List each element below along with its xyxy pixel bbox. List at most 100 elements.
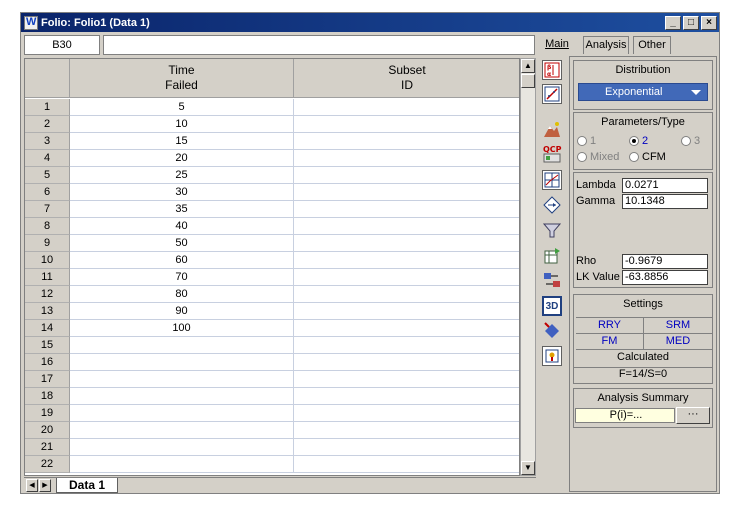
cell-subset-id[interactable]: [294, 320, 519, 337]
cell-subset-id[interactable]: [294, 150, 519, 167]
formula-input[interactable]: [103, 35, 535, 55]
cell-subset-id[interactable]: [294, 303, 519, 320]
scroll-up-button[interactable]: ▲: [521, 59, 535, 73]
cell-subset-id[interactable]: [294, 235, 519, 252]
row-header[interactable]: 11: [25, 269, 70, 286]
cell-subset-id[interactable]: [294, 371, 519, 388]
param-option-3[interactable]: 3: [681, 135, 700, 147]
cell-time-failed[interactable]: [70, 405, 294, 422]
row-header[interactable]: 12: [25, 286, 70, 303]
row-header[interactable]: 7: [25, 201, 70, 218]
row-header[interactable]: 21: [25, 439, 70, 456]
mountain-chart-icon[interactable]: [542, 120, 562, 140]
row-header[interactable]: 10: [25, 252, 70, 269]
row-header[interactable]: 1: [25, 99, 70, 116]
setting-srm[interactable]: SRM: [644, 318, 712, 334]
cell-subset-id[interactable]: [294, 388, 519, 405]
cell-subset-id[interactable]: [294, 218, 519, 235]
param-option-mixed[interactable]: Mixed: [577, 151, 619, 163]
gamma-value[interactable]: 10.1348: [622, 194, 708, 209]
maximize-button[interactable]: □: [683, 15, 699, 30]
cell-time-failed[interactable]: [70, 354, 294, 371]
row-header[interactable]: 16: [25, 354, 70, 371]
cell-time-failed[interactable]: 25: [70, 167, 294, 184]
cell-subset-id[interactable]: [294, 269, 519, 286]
cell-reference-box[interactable]: B30: [24, 35, 100, 55]
cell-subset-id[interactable]: [294, 354, 519, 371]
param-option-1[interactable]: 1: [577, 135, 596, 147]
setting-fm[interactable]: FM: [576, 334, 644, 350]
setting-rry[interactable]: RRY: [576, 318, 644, 334]
data-grid[interactable]: Time Failed Subset ID 1 5 2 10 3 15 4 20 5 25 6 30 7…: [24, 58, 520, 476]
title-bar[interactable]: W Folio: Folio1 (Data 1) _ □ ×: [21, 13, 719, 32]
cell-time-failed[interactable]: [70, 422, 294, 439]
distribution-dropdown[interactable]: Exponential: [578, 83, 708, 101]
param-option-2[interactable]: 2: [629, 135, 648, 147]
cell-time-failed[interactable]: 70: [70, 269, 294, 286]
vertical-scrollbar[interactable]: ▲ ▼: [520, 58, 536, 476]
sheet-next-button[interactable]: ▶: [39, 479, 51, 492]
funnel-icon[interactable]: [542, 220, 562, 240]
sheet-prev-button[interactable]: ◀: [26, 479, 38, 492]
report-icon[interactable]: [542, 346, 562, 366]
cell-subset-id[interactable]: [294, 184, 519, 201]
row-header[interactable]: 2: [25, 116, 70, 133]
cell-subset-id[interactable]: [294, 201, 519, 218]
cell-time-failed[interactable]: [70, 439, 294, 456]
scroll-thumb[interactable]: [521, 74, 535, 88]
cell-subset-id[interactable]: [294, 133, 519, 150]
minimize-button[interactable]: _: [665, 15, 681, 30]
diamond-tool-icon[interactable]: [542, 320, 562, 340]
lk-value[interactable]: -63.8856: [622, 270, 708, 285]
column-header-subset-id[interactable]: Subset ID: [294, 59, 519, 98]
grid-corner[interactable]: [25, 59, 70, 98]
row-header[interactable]: 14: [25, 320, 70, 337]
cell-time-failed[interactable]: [70, 388, 294, 405]
cell-subset-id[interactable]: [294, 286, 519, 303]
tab-main[interactable]: Main: [543, 36, 571, 54]
column-header-time-failed[interactable]: Time Failed: [70, 59, 294, 98]
data-transform-icon[interactable]: [542, 270, 562, 290]
grid-chart-icon[interactable]: [542, 170, 562, 190]
cell-time-failed[interactable]: 5: [70, 99, 294, 116]
line-plot-icon[interactable]: [542, 84, 562, 104]
cell-subset-id[interactable]: [294, 456, 519, 473]
param-option-cfm[interactable]: CFM: [629, 151, 666, 163]
row-header[interactable]: 6: [25, 184, 70, 201]
qcp-calculator-icon[interactable]: QCP: [542, 144, 562, 164]
row-header[interactable]: 22: [25, 456, 70, 473]
row-header[interactable]: 4: [25, 150, 70, 167]
close-button[interactable]: ×: [701, 15, 717, 30]
cell-subset-id[interactable]: [294, 99, 519, 116]
cell-time-failed[interactable]: 30: [70, 184, 294, 201]
tab-analysis[interactable]: Analysis: [583, 36, 629, 54]
row-header[interactable]: 9: [25, 235, 70, 252]
cell-time-failed[interactable]: 90: [70, 303, 294, 320]
row-header[interactable]: 8: [25, 218, 70, 235]
row-header[interactable]: 18: [25, 388, 70, 405]
cell-subset-id[interactable]: [294, 439, 519, 456]
probability-plot-icon[interactable]: βα: [542, 60, 562, 80]
sheet-tab-data-1[interactable]: Data 1: [56, 478, 118, 493]
cell-subset-id[interactable]: [294, 422, 519, 439]
cell-time-failed[interactable]: 80: [70, 286, 294, 303]
cell-subset-id[interactable]: [294, 252, 519, 269]
row-header[interactable]: 19: [25, 405, 70, 422]
cell-time-failed[interactable]: 35: [70, 201, 294, 218]
spreadsheet-transfer-icon[interactable]: [542, 246, 562, 266]
analysis-summary-value[interactable]: P(i)=...: [575, 408, 675, 423]
row-header[interactable]: 17: [25, 371, 70, 388]
setting-med[interactable]: MED: [644, 334, 712, 350]
cell-time-failed[interactable]: [70, 337, 294, 354]
cell-time-failed[interactable]: 60: [70, 252, 294, 269]
cell-time-failed[interactable]: [70, 371, 294, 388]
diamond-arrows-icon[interactable]: [542, 195, 562, 215]
analysis-summary-more-button[interactable]: ···: [676, 407, 710, 424]
cell-time-failed[interactable]: 50: [70, 235, 294, 252]
cell-time-failed[interactable]: 15: [70, 133, 294, 150]
cell-subset-id[interactable]: [294, 167, 519, 184]
row-header[interactable]: 13: [25, 303, 70, 320]
rho-value[interactable]: -0.9679: [622, 254, 708, 269]
cell-time-failed[interactable]: 10: [70, 116, 294, 133]
cell-subset-id[interactable]: [294, 116, 519, 133]
